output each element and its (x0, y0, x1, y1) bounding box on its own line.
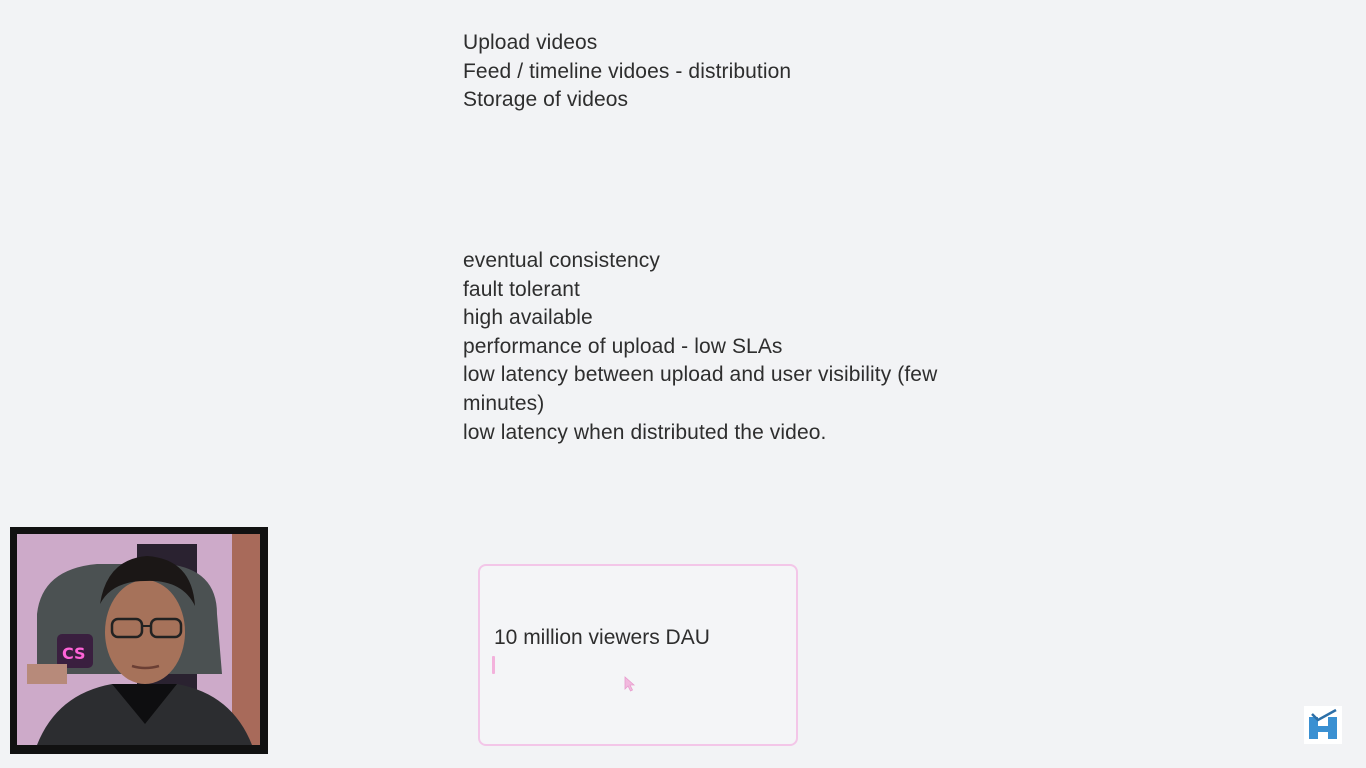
webcam-overlay: CS (10, 527, 268, 754)
feature-list[interactable]: Upload videos Feed / timeline vidoes - d… (463, 29, 791, 115)
text-box[interactable]: 10 million viewers DAU (478, 564, 798, 746)
text-box-content: 10 million viewers DAU (494, 626, 710, 649)
requirement-line: high available (463, 306, 593, 330)
requirement-line: eventual consistency (463, 249, 660, 272)
svg-text:CS: CS (62, 644, 86, 663)
requirement-line: minutes) (463, 391, 545, 415)
feature-line: Upload videos (463, 31, 598, 54)
mouse-pointer-icon (624, 676, 636, 692)
requirement-line: fault tolerant (463, 277, 580, 301)
feature-line: Storage of videos (463, 88, 629, 112)
presenter-video-frame: CS (17, 534, 260, 745)
feature-line: Feed / timeline vidoes - distribution (463, 59, 792, 83)
text-caret (492, 656, 495, 674)
webcam-video: CS (17, 534, 260, 745)
channel-logo-icon (1304, 706, 1342, 744)
requirement-line: low latency between upload and user visi… (463, 363, 938, 387)
requirements-list[interactable]: eventual consistency fault tolerant high… (463, 247, 937, 447)
requirement-line: low latency when distributed the video. (463, 420, 827, 444)
whiteboard-canvas[interactable]: Upload videos Feed / timeline vidoes - d… (0, 0, 1366, 768)
requirement-line: performance of upload - low SLAs (463, 334, 783, 358)
